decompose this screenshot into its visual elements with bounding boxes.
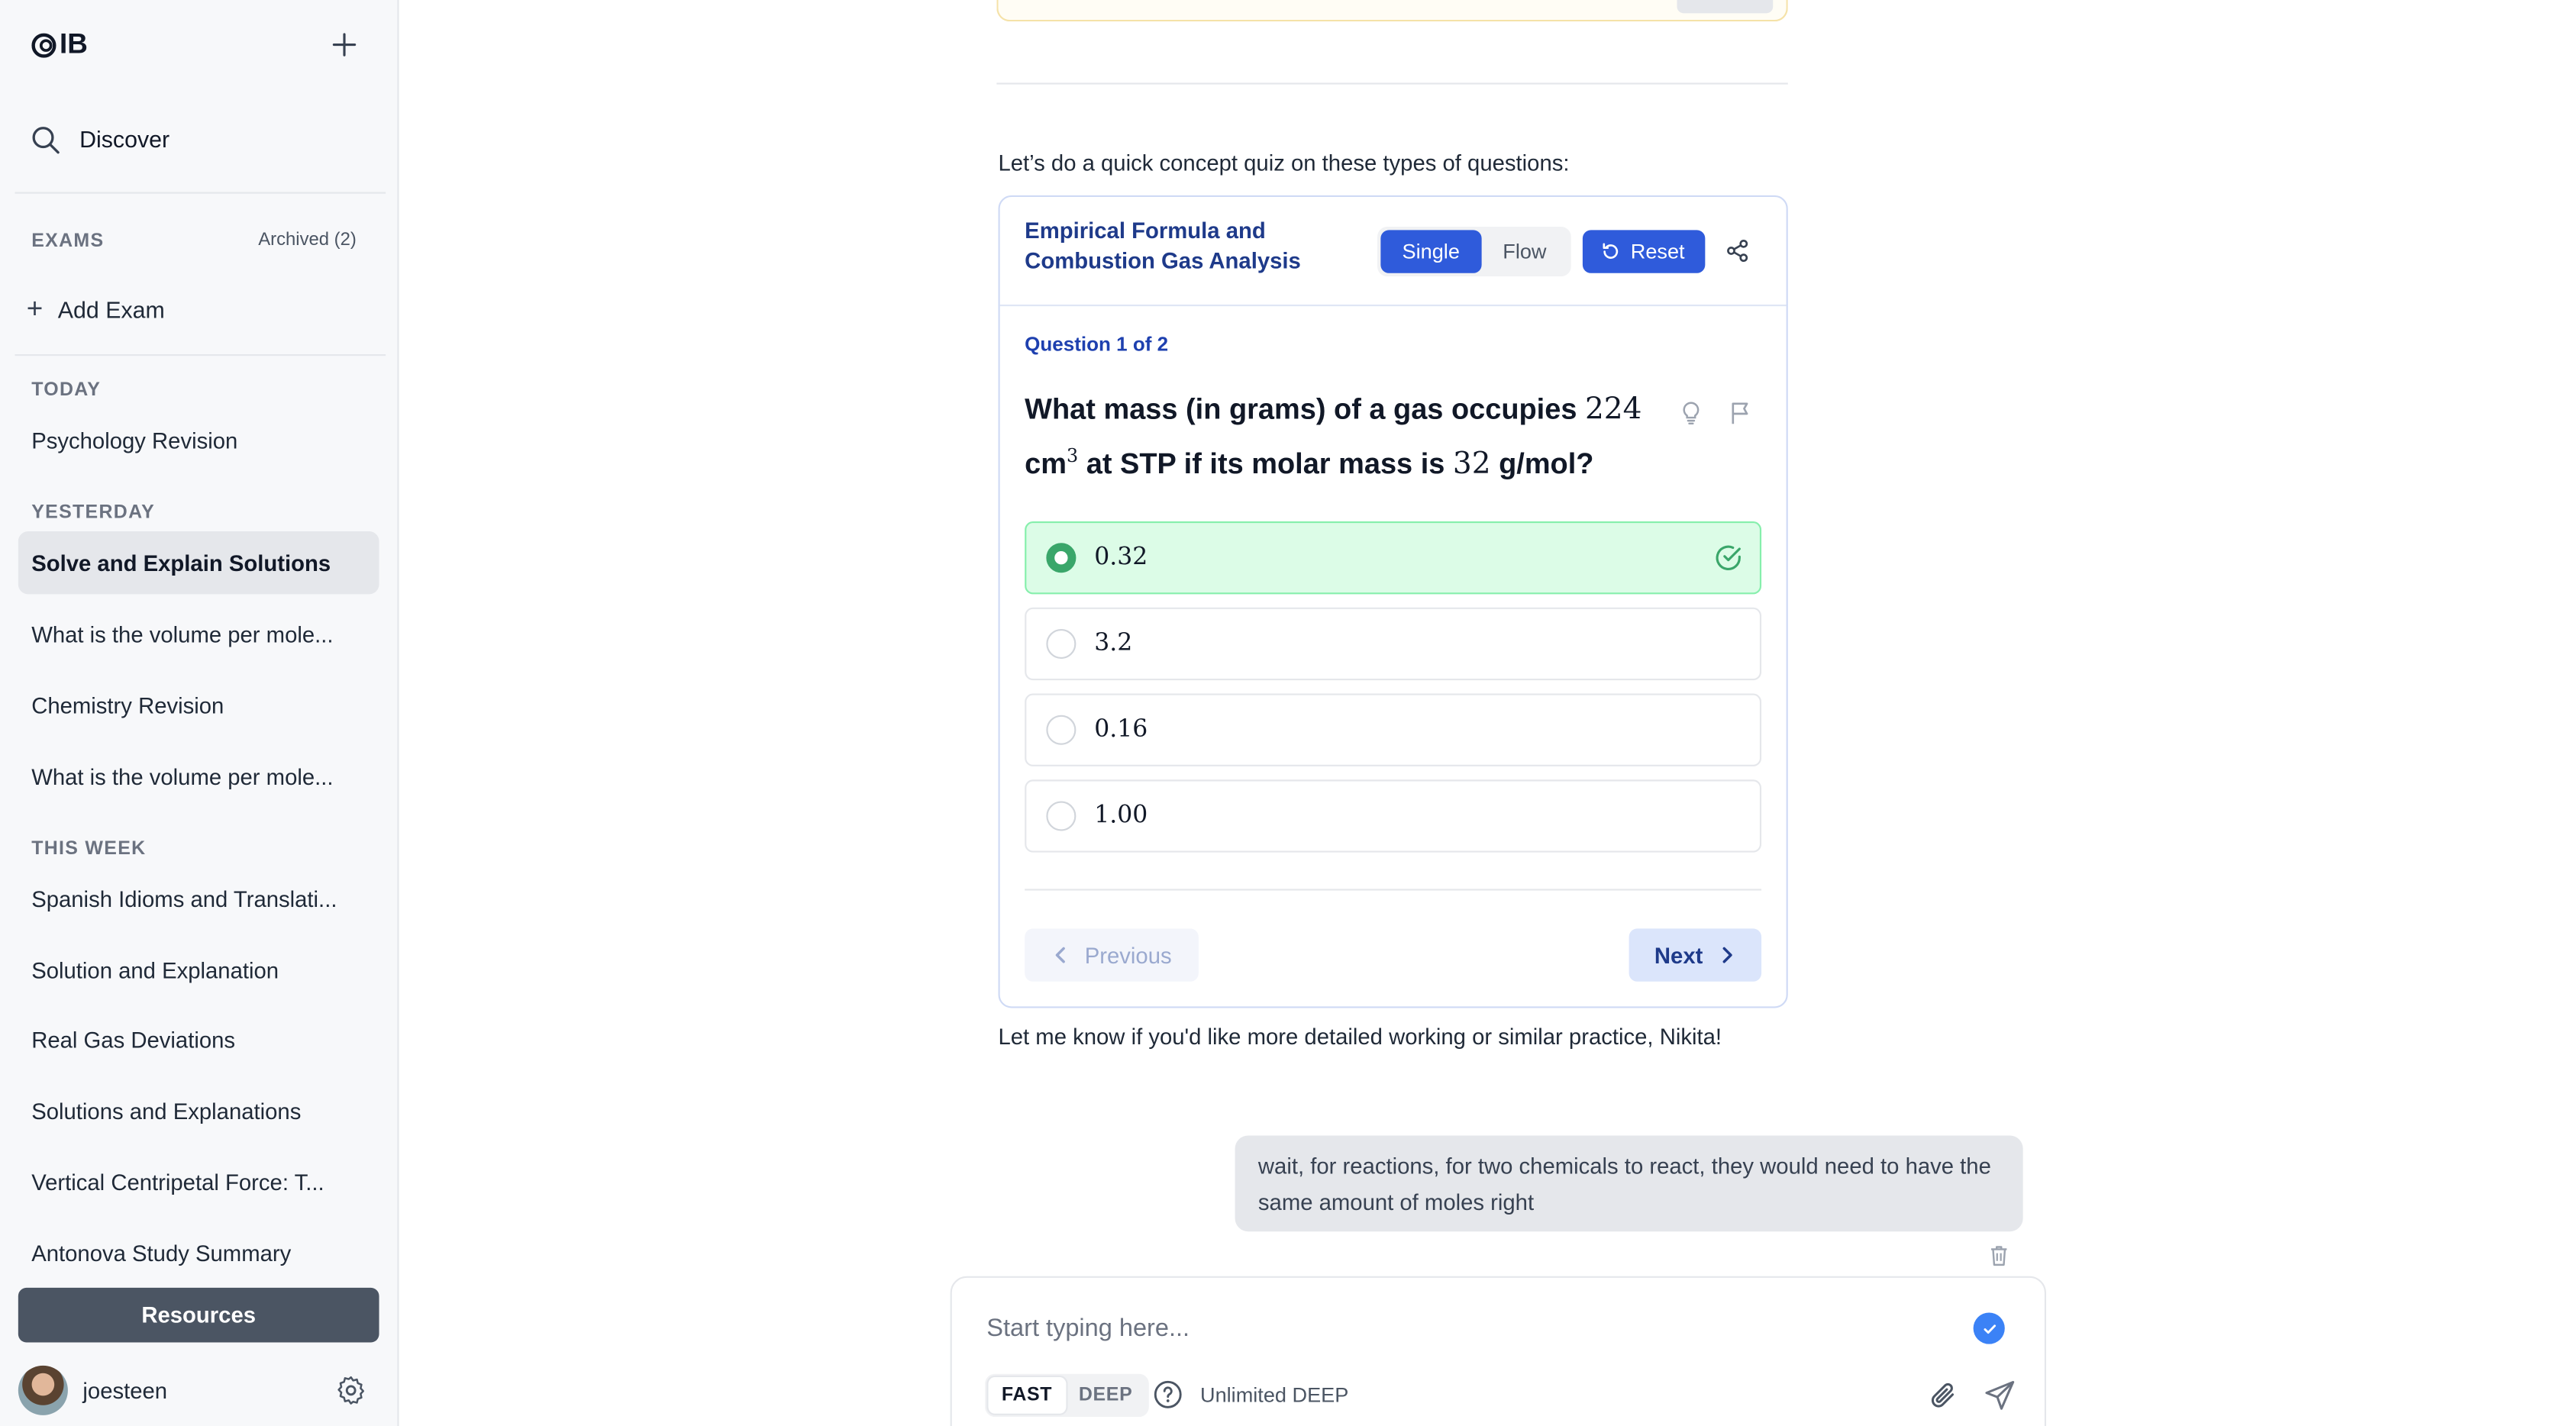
new-chat-button[interactable] xyxy=(328,28,360,61)
help-icon[interactable] xyxy=(1152,1379,1183,1410)
search-icon xyxy=(32,126,60,153)
discover-label: Discover xyxy=(79,125,170,153)
app-logo[interactable]: IB xyxy=(30,28,88,61)
chevron-right-icon xyxy=(1722,947,1732,963)
quiz-header: Empirical Formula and Combustion Gas Ana… xyxy=(999,197,1787,307)
speed-mode-toggle: FAST DEEP xyxy=(985,1373,1150,1418)
mode-flow-button[interactable]: Flow xyxy=(1481,230,1568,273)
lightbulb-icon[interactable] xyxy=(1679,401,1704,426)
archived-link[interactable]: Archived (2) xyxy=(258,230,357,250)
check-icon xyxy=(1983,1324,1995,1334)
add-exam-label: Add Exam xyxy=(57,295,165,322)
option-text: 0.32 xyxy=(1094,544,1148,572)
radio-button[interactable] xyxy=(1046,801,1077,831)
option-text: 3.2 xyxy=(1094,631,1133,657)
chat-item[interactable]: Spanish Idioms and Translati... xyxy=(18,867,379,930)
chat-item-active[interactable]: Solve and Explain Solutions xyxy=(18,531,379,595)
radio-selected[interactable] xyxy=(1046,543,1077,573)
message-divider xyxy=(996,82,1788,85)
mode-fast-button[interactable]: FAST xyxy=(988,1377,1066,1414)
chat-item[interactable]: Solutions and Explanations xyxy=(18,1079,379,1142)
previous-message-card xyxy=(996,0,1788,22)
resources-button[interactable]: Resources xyxy=(18,1287,379,1343)
option-text: 1.00 xyxy=(1094,802,1148,830)
radio-button[interactable] xyxy=(1046,628,1077,659)
quiz-mode-toggle: Single Flow xyxy=(1377,227,1572,277)
assistant-intro-text: Let’s do a quick concept quiz on these t… xyxy=(998,150,1570,176)
avatar[interactable] xyxy=(18,1365,68,1415)
username: joesteen xyxy=(82,1378,168,1403)
sidebar-divider xyxy=(15,192,386,194)
app-root: IB Discover EXAMS Archived (2) + Add Exa… xyxy=(0,0,2576,1426)
mode-deep-button[interactable]: DEEP xyxy=(1066,1377,1146,1414)
trash-icon[interactable] xyxy=(1987,1243,2012,1268)
yesterday-heading: YESTERDAY xyxy=(31,503,156,524)
previous-label: Previous xyxy=(1084,942,1172,968)
next-button[interactable]: Next xyxy=(1629,928,1762,982)
today-heading: TODAY xyxy=(31,380,102,401)
send-icon[interactable] xyxy=(1984,1379,2016,1411)
chat-item[interactable]: Solution and Explanation xyxy=(18,938,379,1001)
check-badge-icon[interactable] xyxy=(1973,1312,2005,1344)
question-number: 224 xyxy=(1584,392,1642,427)
assistant-outro-text: Let me know if you'd like more detailed … xyxy=(998,1024,1722,1050)
answer-option[interactable]: 3.2 xyxy=(1025,607,1762,681)
share-icon[interactable] xyxy=(1725,238,1750,263)
sidebar: IB Discover EXAMS Archived (2) + Add Exa… xyxy=(0,0,399,1426)
chat-item[interactable]: What is the volume per mole... xyxy=(18,745,379,808)
quiz-divider xyxy=(1025,889,1762,891)
quiz-title: Empirical Formula and Combustion Gas Ana… xyxy=(1025,218,1301,273)
question-part: at STP if its molar mass is xyxy=(1078,447,1453,480)
unlimited-deep-label: Unlimited DEEP xyxy=(1200,1383,1349,1408)
card-button[interactable] xyxy=(1677,0,1774,14)
exams-heading: EXAMS xyxy=(31,231,105,252)
reset-icon xyxy=(1603,243,1619,259)
question-exponent: 3 xyxy=(1067,445,1079,467)
question-number: 32 xyxy=(1452,447,1491,482)
user-message-bubble: wait, for reactions, for two chemicals t… xyxy=(1235,1135,2023,1232)
question-part: What mass (in grams) of a gas occupies xyxy=(1025,392,1585,426)
paperclip-icon[interactable] xyxy=(1927,1379,1960,1411)
question-counter: Question 1 of 2 xyxy=(1025,332,1169,356)
mode-single-button[interactable]: Single xyxy=(1380,230,1482,273)
reset-button[interactable]: Reset xyxy=(1582,230,1705,273)
answer-option-correct[interactable]: 0.32 xyxy=(1025,521,1762,595)
question-unit: cm xyxy=(1025,447,1067,480)
reset-label: Reset xyxy=(1630,240,1685,263)
discover-link[interactable]: Discover xyxy=(30,119,384,159)
check-circle-icon xyxy=(1716,545,1741,570)
flag-icon[interactable] xyxy=(1729,401,1754,426)
plus-icon: + xyxy=(26,292,44,324)
message-input[interactable]: Start typing here... xyxy=(986,1315,1190,1343)
chat-item[interactable]: Vertical Centripetal Force: T... xyxy=(18,1150,379,1213)
logo-text: IB xyxy=(60,27,88,60)
chat-item[interactable]: Psychology Revision xyxy=(18,409,379,472)
chat-item[interactable]: Antonova Study Summary xyxy=(18,1221,379,1284)
answer-option[interactable]: 1.00 xyxy=(1025,779,1762,853)
chat-item[interactable]: What is the volume per mole... xyxy=(18,602,379,665)
question-part: g/mol? xyxy=(1490,447,1594,480)
chevron-left-icon xyxy=(1056,947,1066,963)
previous-button[interactable]: Previous xyxy=(1025,928,1199,982)
ib-logo-icon xyxy=(31,32,56,57)
add-exam-button[interactable]: + Add Exam xyxy=(27,295,165,323)
sidebar-divider xyxy=(15,354,386,356)
chat-item[interactable]: Chemistry Revision xyxy=(18,673,379,736)
message-composer: Start typing here... FAST DEEP Unlimited… xyxy=(950,1276,2047,1426)
chat-item[interactable]: Real Gas Deviations xyxy=(18,1008,379,1070)
this-week-heading: THIS WEEK xyxy=(31,839,147,860)
next-label: Next xyxy=(1654,942,1703,968)
radio-button[interactable] xyxy=(1046,715,1077,745)
option-text: 0.16 xyxy=(1094,716,1148,744)
quiz-card: Empirical Formula and Combustion Gas Ana… xyxy=(998,195,1788,1008)
gear-icon[interactable] xyxy=(334,1374,367,1407)
user-profile[interactable]: joesteen xyxy=(18,1365,383,1415)
plus-icon xyxy=(332,33,357,56)
answer-option[interactable]: 0.16 xyxy=(1025,693,1762,766)
question-text: What mass (in grams) of a gas occupies 2… xyxy=(1025,386,1662,488)
